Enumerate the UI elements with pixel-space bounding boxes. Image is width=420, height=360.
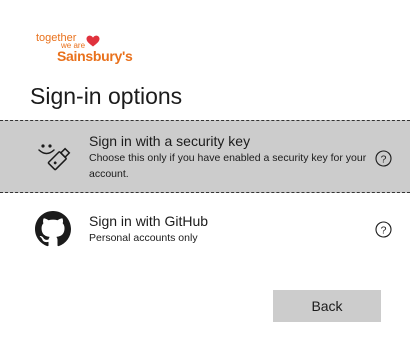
sainsburys-logo: together we are Sainsbury's — [36, 32, 136, 64]
svg-text:?: ? — [381, 224, 387, 236]
security-key-option-title: Sign in with a security key — [89, 133, 251, 149]
github-option[interactable]: Sign in with GitHub Personal accounts on… — [0, 202, 410, 258]
github-option-title: Sign in with GitHub — [89, 213, 209, 229]
page-title: Sign-in options — [30, 83, 183, 109]
security-key-icon — [38, 144, 71, 171]
github-icon — [35, 211, 71, 247]
security-key-option-description: Choose this only if you have enabled a s… — [89, 152, 367, 180]
svg-text:?: ? — [381, 153, 387, 165]
logo-brand-text: Sainsbury's — [57, 48, 133, 64]
heart-icon — [86, 35, 100, 47]
back-button[interactable]: Back — [273, 290, 381, 322]
github-option-description: Personal accounts only — [89, 232, 198, 244]
help-icon[interactable]: ? — [375, 150, 392, 167]
security-key-option[interactable]: Sign in with a security key Choose this … — [0, 120, 410, 193]
help-icon[interactable]: ? — [375, 221, 392, 238]
